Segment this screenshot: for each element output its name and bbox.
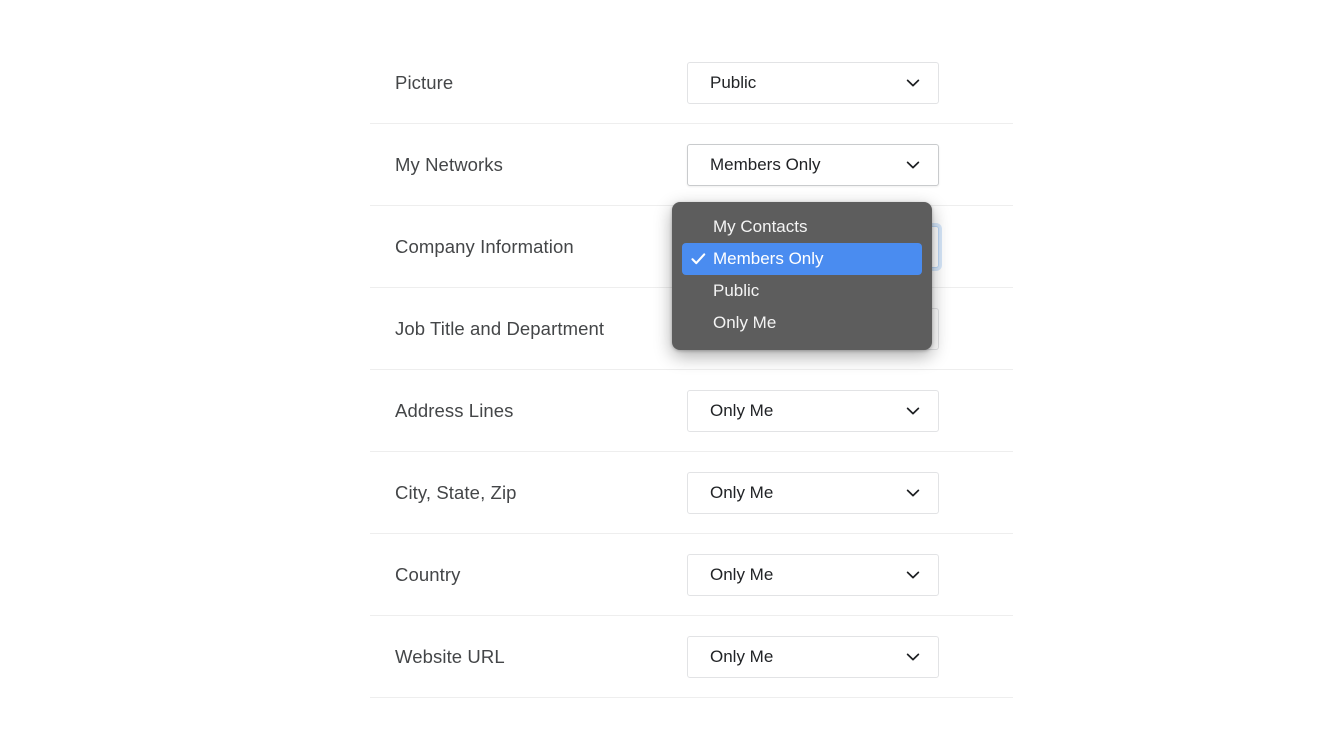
row-label-picture: Picture xyxy=(395,71,454,93)
select-cell-picture: Public xyxy=(687,61,1013,104)
settings-row-picture: Picture Public xyxy=(370,42,1013,124)
chevron-down-icon xyxy=(904,566,922,584)
chevron-down-icon xyxy=(904,74,922,92)
privacy-settings-table: Picture Public My Networks Members Only xyxy=(370,42,1013,698)
dropdown-option-label: Only Me xyxy=(713,313,777,332)
select-cell-city-state-zip: Only Me xyxy=(687,471,1013,514)
row-label-address-lines: Address Lines xyxy=(395,399,514,421)
settings-row-country: Country Only Me xyxy=(370,534,1013,616)
settings-row-website-url: Website URL Only Me xyxy=(370,616,1013,698)
row-label-website-url: Website URL xyxy=(395,645,505,667)
privacy-select-address-lines[interactable]: Only Me xyxy=(687,389,939,432)
privacy-settings-page: Picture Public My Networks Members Only xyxy=(0,0,1329,751)
dropdown-option-members-only[interactable]: Members Only xyxy=(682,243,922,275)
privacy-select-website-url[interactable]: Only Me xyxy=(687,635,939,678)
select-cell-my-networks: Members Only xyxy=(687,143,1013,186)
chevron-down-icon xyxy=(904,648,922,666)
privacy-select-my-networks[interactable]: Members Only xyxy=(687,143,939,186)
privacy-select-country[interactable]: Only Me xyxy=(687,553,939,596)
row-label-job-title-and-department: Job Title and Department xyxy=(395,317,605,339)
privacy-select-value-country: Only Me xyxy=(710,564,774,584)
row-label-my-networks: My Networks xyxy=(395,153,503,175)
row-label-country: Country xyxy=(395,563,461,585)
row-label-company-information: Company Information xyxy=(395,235,574,257)
privacy-dropdown-menu[interactable]: My Contacts Members Only Public Only Me xyxy=(672,202,932,350)
settings-row-address-lines: Address Lines Only Me xyxy=(370,370,1013,452)
dropdown-option-label: Public xyxy=(713,281,760,300)
chevron-down-icon xyxy=(904,402,922,420)
privacy-select-value-city-state-zip: Only Me xyxy=(710,482,774,502)
privacy-select-value-my-networks: Members Only xyxy=(710,154,821,174)
select-cell-address-lines: Only Me xyxy=(687,389,1013,432)
settings-row-city-state-zip: City, State, Zip Only Me xyxy=(370,452,1013,534)
settings-row-my-networks: My Networks Members Only xyxy=(370,124,1013,206)
chevron-down-icon xyxy=(904,156,922,174)
privacy-select-value-picture: Public xyxy=(710,72,757,92)
select-cell-website-url: Only Me xyxy=(687,635,1013,678)
privacy-select-picture[interactable]: Public xyxy=(687,61,939,104)
checkmark-icon xyxy=(690,251,707,268)
privacy-select-city-state-zip[interactable]: Only Me xyxy=(687,471,939,514)
dropdown-option-public[interactable]: Public xyxy=(682,275,922,307)
privacy-select-value-website-url: Only Me xyxy=(710,646,774,666)
dropdown-option-only-me[interactable]: Only Me xyxy=(682,307,922,339)
dropdown-option-label: My Contacts xyxy=(713,217,808,236)
row-label-city-state-zip: City, State, Zip xyxy=(395,481,517,503)
privacy-select-value-address-lines: Only Me xyxy=(710,400,774,420)
dropdown-option-my-contacts[interactable]: My Contacts xyxy=(682,211,922,243)
chevron-down-icon xyxy=(904,484,922,502)
select-cell-country: Only Me xyxy=(687,553,1013,596)
